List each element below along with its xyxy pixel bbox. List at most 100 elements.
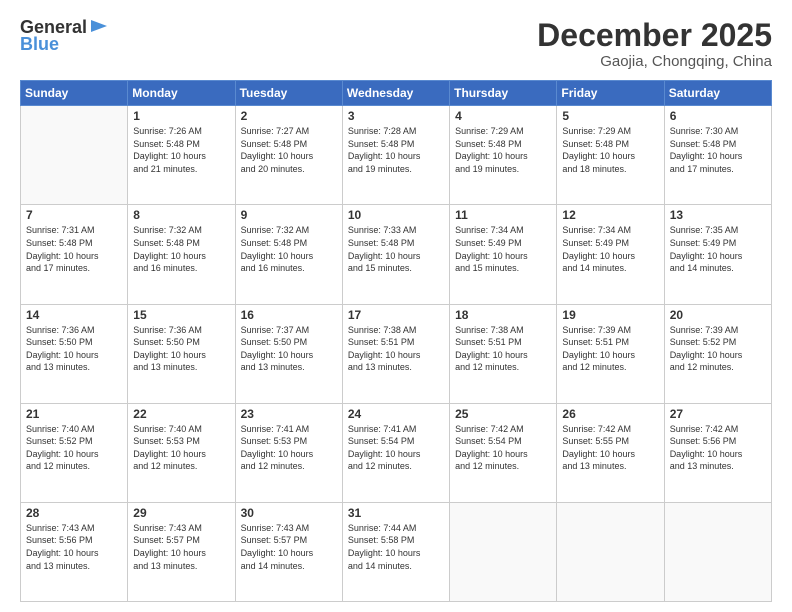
day-info: Sunrise: 7:34 AM Sunset: 5:49 PM Dayligh… xyxy=(562,225,635,273)
day-cell: 21 Sunrise: 7:40 AM Sunset: 5:52 PM Dayli… xyxy=(21,403,128,502)
header-row: Sunday Monday Tuesday Wednesday Thursday… xyxy=(21,81,772,106)
day-info: Sunrise: 7:40 AM Sunset: 5:52 PM Dayligh… xyxy=(26,424,99,472)
logo-blue-text: Blue xyxy=(20,35,109,55)
day-cell xyxy=(450,502,557,601)
day-info: Sunrise: 7:28 AM Sunset: 5:48 PM Dayligh… xyxy=(348,126,421,174)
col-monday: Monday xyxy=(128,81,235,106)
day-number: 4 xyxy=(455,109,551,123)
title-block: December 2025 Gaojia, Chongqing, China xyxy=(537,18,772,70)
day-number: 28 xyxy=(26,506,122,520)
col-wednesday: Wednesday xyxy=(342,81,449,106)
day-cell: 5 Sunrise: 7:29 AM Sunset: 5:48 PM Daylig… xyxy=(557,106,664,205)
calendar-header: Sunday Monday Tuesday Wednesday Thursday… xyxy=(21,81,772,106)
day-info: Sunrise: 7:37 AM Sunset: 5:50 PM Dayligh… xyxy=(241,325,314,373)
day-info: Sunrise: 7:43 AM Sunset: 5:56 PM Dayligh… xyxy=(26,523,99,571)
calendar-subtitle: Gaojia, Chongqing, China xyxy=(537,53,772,70)
day-number: 15 xyxy=(133,308,229,322)
day-info: Sunrise: 7:41 AM Sunset: 5:53 PM Dayligh… xyxy=(241,424,314,472)
day-cell: 12 Sunrise: 7:34 AM Sunset: 5:49 PM Dayli… xyxy=(557,205,664,304)
day-info: Sunrise: 7:30 AM Sunset: 5:48 PM Dayligh… xyxy=(670,126,743,174)
day-cell: 25Sunrise: 7:42 AM Sunset: 5:54 PM Dayli… xyxy=(450,403,557,502)
day-info: Sunrise: 7:42 AM Sunset: 5:55 PM Dayligh… xyxy=(562,424,635,472)
day-number: 13 xyxy=(670,208,766,222)
day-cell: 30 Sunrise: 7:43 AM Sunset: 5:57 PM Dayli… xyxy=(235,502,342,601)
day-info: Sunrise: 7:43 AM Sunset: 5:57 PM Dayligh… xyxy=(133,523,206,571)
day-number: 2 xyxy=(241,109,337,123)
day-cell: 20Sunrise: 7:39 AM Sunset: 5:52 PM Dayli… xyxy=(664,304,771,403)
day-number: 21 xyxy=(26,407,122,421)
day-cell: 2 Sunrise: 7:27 AM Sunset: 5:48 PM Daylig… xyxy=(235,106,342,205)
day-number: 16 xyxy=(241,308,337,322)
header: General Blue December 2025 Gaojia, Chong… xyxy=(20,18,772,70)
day-cell: 9Sunrise: 7:32 AM Sunset: 5:48 PM Daylig… xyxy=(235,205,342,304)
day-cell: 31 Sunrise: 7:44 AM Sunset: 5:58 PM Dayli… xyxy=(342,502,449,601)
day-cell: 13Sunrise: 7:35 AM Sunset: 5:49 PM Dayli… xyxy=(664,205,771,304)
day-cell: 19Sunrise: 7:39 AM Sunset: 5:51 PM Dayli… xyxy=(557,304,664,403)
calendar-body: 1 Sunrise: 7:26 AM Sunset: 5:48 PM Daylig… xyxy=(21,106,772,602)
day-info: Sunrise: 7:29 AM Sunset: 5:48 PM Dayligh… xyxy=(455,126,528,174)
day-number: 22 xyxy=(133,407,229,421)
day-info: Sunrise: 7:44 AM Sunset: 5:58 PM Dayligh… xyxy=(348,523,421,571)
day-cell xyxy=(21,106,128,205)
day-number: 25 xyxy=(455,407,551,421)
day-info: Sunrise: 7:32 AM Sunset: 5:48 PM Dayligh… xyxy=(133,225,206,273)
day-number: 29 xyxy=(133,506,229,520)
day-number: 10 xyxy=(348,208,444,222)
week-row-2: 14 Sunrise: 7:36 AM Sunset: 5:50 PM Dayli… xyxy=(21,304,772,403)
day-info: Sunrise: 7:36 AM Sunset: 5:50 PM Dayligh… xyxy=(26,325,99,373)
logo: General Blue xyxy=(20,18,109,55)
day-cell: 22 Sunrise: 7:40 AM Sunset: 5:53 PM Dayli… xyxy=(128,403,235,502)
day-cell: 10Sunrise: 7:33 AM Sunset: 5:48 PM Dayli… xyxy=(342,205,449,304)
day-info: Sunrise: 7:41 AM Sunset: 5:54 PM Dayligh… xyxy=(348,424,421,472)
day-number: 30 xyxy=(241,506,337,520)
day-info: Sunrise: 7:27 AM Sunset: 5:48 PM Dayligh… xyxy=(241,126,314,174)
week-row-4: 28 Sunrise: 7:43 AM Sunset: 5:56 PM Dayli… xyxy=(21,502,772,601)
day-number: 5 xyxy=(562,109,658,123)
day-info: Sunrise: 7:29 AM Sunset: 5:48 PM Dayligh… xyxy=(562,126,635,174)
col-saturday: Saturday xyxy=(664,81,771,106)
day-info: Sunrise: 7:39 AM Sunset: 5:51 PM Dayligh… xyxy=(562,325,635,373)
day-info: Sunrise: 7:40 AM Sunset: 5:53 PM Dayligh… xyxy=(133,424,206,472)
day-info: Sunrise: 7:32 AM Sunset: 5:48 PM Dayligh… xyxy=(241,225,314,273)
day-info: Sunrise: 7:31 AM Sunset: 5:48 PM Dayligh… xyxy=(26,225,99,273)
day-info: Sunrise: 7:34 AM Sunset: 5:49 PM Dayligh… xyxy=(455,225,528,273)
col-sunday: Sunday xyxy=(21,81,128,106)
day-number: 12 xyxy=(562,208,658,222)
page: General Blue December 2025 Gaojia, Chong… xyxy=(0,0,792,612)
day-cell xyxy=(664,502,771,601)
day-number: 26 xyxy=(562,407,658,421)
day-info: Sunrise: 7:39 AM Sunset: 5:52 PM Dayligh… xyxy=(670,325,743,373)
day-info: Sunrise: 7:26 AM Sunset: 5:48 PM Dayligh… xyxy=(133,126,206,174)
day-number: 6 xyxy=(670,109,766,123)
day-cell: 18Sunrise: 7:38 AM Sunset: 5:51 PM Dayli… xyxy=(450,304,557,403)
day-info: Sunrise: 7:42 AM Sunset: 5:56 PM Dayligh… xyxy=(670,424,743,472)
day-cell: 1 Sunrise: 7:26 AM Sunset: 5:48 PM Daylig… xyxy=(128,106,235,205)
day-number: 17 xyxy=(348,308,444,322)
day-cell: 7 Sunrise: 7:31 AM Sunset: 5:48 PM Daylig… xyxy=(21,205,128,304)
day-number: 23 xyxy=(241,407,337,421)
day-info: Sunrise: 7:36 AM Sunset: 5:50 PM Dayligh… xyxy=(133,325,206,373)
day-cell: 24 Sunrise: 7:41 AM Sunset: 5:54 PM Dayli… xyxy=(342,403,449,502)
day-info: Sunrise: 7:38 AM Sunset: 5:51 PM Dayligh… xyxy=(348,325,421,373)
day-number: 7 xyxy=(26,208,122,222)
col-thursday: Thursday xyxy=(450,81,557,106)
day-cell xyxy=(557,502,664,601)
week-row-0: 1 Sunrise: 7:26 AM Sunset: 5:48 PM Daylig… xyxy=(21,106,772,205)
day-number: 14 xyxy=(26,308,122,322)
day-cell: 27Sunrise: 7:42 AM Sunset: 5:56 PM Dayli… xyxy=(664,403,771,502)
col-friday: Friday xyxy=(557,81,664,106)
day-cell: 16 Sunrise: 7:37 AM Sunset: 5:50 PM Dayli… xyxy=(235,304,342,403)
day-number: 31 xyxy=(348,506,444,520)
day-cell: 26 Sunrise: 7:42 AM Sunset: 5:55 PM Dayli… xyxy=(557,403,664,502)
week-row-1: 7 Sunrise: 7:31 AM Sunset: 5:48 PM Daylig… xyxy=(21,205,772,304)
day-info: Sunrise: 7:43 AM Sunset: 5:57 PM Dayligh… xyxy=(241,523,314,571)
day-cell: 8 Sunrise: 7:32 AM Sunset: 5:48 PM Daylig… xyxy=(128,205,235,304)
day-number: 8 xyxy=(133,208,229,222)
day-cell: 29 Sunrise: 7:43 AM Sunset: 5:57 PM Dayli… xyxy=(128,502,235,601)
day-number: 1 xyxy=(133,109,229,123)
day-cell: 4 Sunrise: 7:29 AM Sunset: 5:48 PM Daylig… xyxy=(450,106,557,205)
day-cell: 17 Sunrise: 7:38 AM Sunset: 5:51 PM Dayli… xyxy=(342,304,449,403)
day-cell: 14 Sunrise: 7:36 AM Sunset: 5:50 PM Dayli… xyxy=(21,304,128,403)
day-cell: 23 Sunrise: 7:41 AM Sunset: 5:53 PM Dayli… xyxy=(235,403,342,502)
day-number: 24 xyxy=(348,407,444,421)
